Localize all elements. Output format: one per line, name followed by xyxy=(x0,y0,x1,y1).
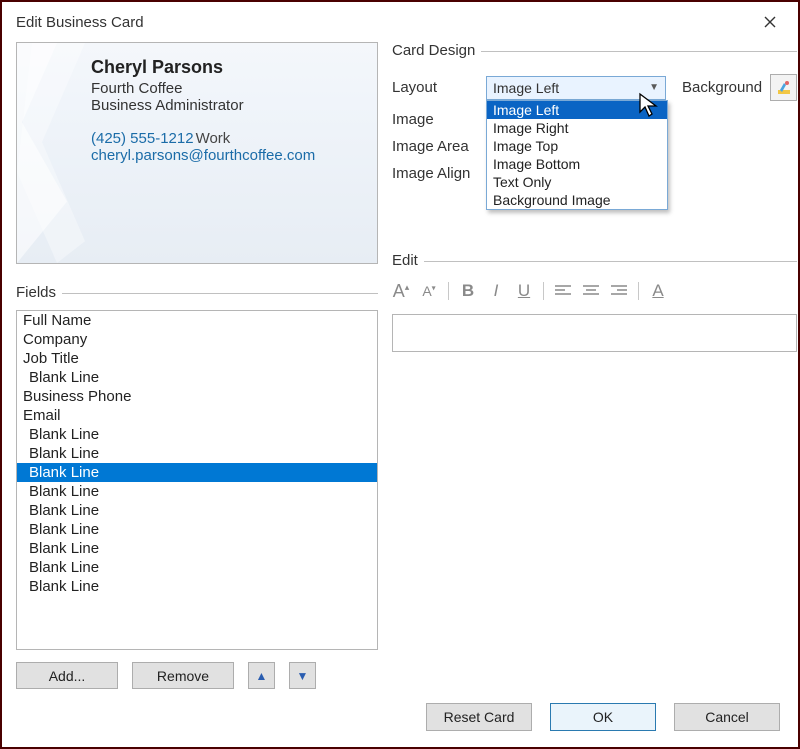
card-design-label: Card Design xyxy=(392,42,481,59)
reset-card-button[interactable]: Reset Card xyxy=(426,703,532,731)
fields-list-item[interactable]: Blank Line xyxy=(17,444,377,463)
fields-list-item[interactable]: Job Title xyxy=(17,349,377,368)
fields-group-label: Fields xyxy=(16,284,62,301)
image-align-label: Image Align xyxy=(392,165,486,182)
fields-list-item[interactable]: Blank Line xyxy=(17,425,377,444)
layout-option[interactable]: Background Image xyxy=(487,191,667,209)
edit-business-card-dialog: Edit Business Card Cheryl Parsons Fou xyxy=(0,0,800,749)
card-phone-number: (425) 555-1212 xyxy=(91,130,194,147)
card-image-placeholder xyxy=(17,43,85,263)
add-field-button[interactable]: Add... xyxy=(16,662,118,689)
italic-button[interactable]: I xyxy=(487,280,505,302)
layout-combo[interactable]: Image Left ▼ Image LeftImage RightImage … xyxy=(486,76,666,100)
chevron-down-icon: ▼ xyxy=(649,82,663,93)
fields-list-item[interactable]: Blank Line xyxy=(17,463,377,482)
layout-option[interactable]: Image Left xyxy=(487,101,667,119)
card-email: cheryl.parsons@fourthcoffee.com xyxy=(91,147,367,164)
fields-list-item[interactable]: Blank Line xyxy=(17,368,377,387)
bold-icon: B xyxy=(462,281,474,301)
font-color-button[interactable]: A xyxy=(649,280,667,302)
card-name: Cheryl Parsons xyxy=(91,57,367,78)
decrease-font-button[interactable]: A▾ xyxy=(420,280,438,302)
dialog-title: Edit Business Card xyxy=(16,14,144,31)
background-color-button[interactable] xyxy=(770,74,797,101)
close-button[interactable] xyxy=(754,10,786,34)
fields-list-item[interactable]: Company xyxy=(17,330,377,349)
font-color-icon: A xyxy=(652,281,663,301)
fields-list-item[interactable]: Blank Line xyxy=(17,577,377,596)
increase-font-button[interactable]: A▴ xyxy=(392,280,410,302)
right-column: Card Design Layout Image Left ▼ Image Le… xyxy=(392,42,797,689)
move-up-button[interactable]: ▲ xyxy=(248,662,275,689)
card-job-title: Business Administrator xyxy=(91,97,367,114)
fields-list-item[interactable]: Email xyxy=(17,406,377,425)
dialog-footer: Reset Card OK Cancel xyxy=(426,703,780,731)
fields-list-item[interactable]: Business Phone xyxy=(17,387,377,406)
align-right-icon xyxy=(611,285,627,297)
fields-list-item[interactable]: Blank Line xyxy=(17,482,377,501)
arrow-down-icon: ▼ xyxy=(297,669,309,683)
align-right-button[interactable] xyxy=(610,280,628,302)
layout-row: Layout Image Left ▼ Image LeftImage Righ… xyxy=(392,74,797,101)
fields-buttons: Add... Remove ▲ ▼ xyxy=(16,662,378,689)
content-area: Cheryl Parsons Fourth Coffee Business Ad… xyxy=(2,42,798,703)
card-company: Fourth Coffee xyxy=(91,80,367,97)
layout-combo-value: Image Left xyxy=(493,80,559,96)
font-decrease-icon: A▾ xyxy=(422,283,435,299)
layout-dropdown[interactable]: Image LeftImage RightImage TopImage Bott… xyxy=(486,100,668,210)
underline-button[interactable]: U xyxy=(515,280,533,302)
titlebar: Edit Business Card xyxy=(2,2,798,42)
layout-label: Layout xyxy=(392,79,486,96)
bold-button[interactable]: B xyxy=(459,280,477,302)
italic-icon: I xyxy=(494,281,499,301)
edit-toolbar: A▴ A▾ B I U xyxy=(392,280,797,302)
layout-option[interactable]: Image Top xyxy=(487,137,667,155)
move-down-button[interactable]: ▼ xyxy=(289,662,316,689)
fields-list-item[interactable]: Blank Line xyxy=(17,558,377,577)
close-icon xyxy=(764,16,776,28)
background-label: Background xyxy=(682,79,762,96)
layout-option[interactable]: Image Right xyxy=(487,119,667,137)
underline-icon: U xyxy=(518,281,530,301)
align-left-button[interactable] xyxy=(554,280,572,302)
font-increase-icon: A▴ xyxy=(393,281,410,302)
fields-list-item[interactable]: Blank Line xyxy=(17,520,377,539)
card-phone-type: Work xyxy=(196,130,231,147)
card-text: Cheryl Parsons Fourth Coffee Business Ad… xyxy=(91,57,367,164)
align-left-icon xyxy=(555,285,571,297)
fields-group: Fields Full NameCompanyJob TitleBlank Li… xyxy=(16,284,378,689)
align-center-button[interactable] xyxy=(582,280,600,302)
left-column: Cheryl Parsons Fourth Coffee Business Ad… xyxy=(16,42,378,689)
image-label: Image xyxy=(392,111,486,128)
fields-list-item[interactable]: Full Name xyxy=(17,311,377,330)
arrow-up-icon: ▲ xyxy=(256,669,268,683)
fields-list[interactable]: Full NameCompanyJob TitleBlank LineBusin… xyxy=(16,310,378,650)
cancel-button[interactable]: Cancel xyxy=(674,703,780,731)
color-picker-icon xyxy=(776,80,792,96)
align-center-icon xyxy=(583,285,599,297)
card-phone: (425) 555-1212Work xyxy=(91,130,367,147)
layout-option[interactable]: Text Only xyxy=(487,173,667,191)
fields-list-item[interactable]: Blank Line xyxy=(17,539,377,558)
edit-group: Edit A▴ A▾ B I U xyxy=(392,252,797,352)
image-area-label: Image Area xyxy=(392,138,486,155)
fields-list-item[interactable]: Blank Line xyxy=(17,501,377,520)
card-preview: Cheryl Parsons Fourth Coffee Business Ad… xyxy=(16,42,378,264)
ok-button[interactable]: OK xyxy=(550,703,656,731)
edit-group-label: Edit xyxy=(392,252,424,269)
card-design-group: Card Design Layout Image Left ▼ Image Le… xyxy=(392,42,797,182)
layout-option[interactable]: Image Bottom xyxy=(487,155,667,173)
edit-text-input[interactable] xyxy=(392,314,797,352)
remove-field-button[interactable]: Remove xyxy=(132,662,234,689)
